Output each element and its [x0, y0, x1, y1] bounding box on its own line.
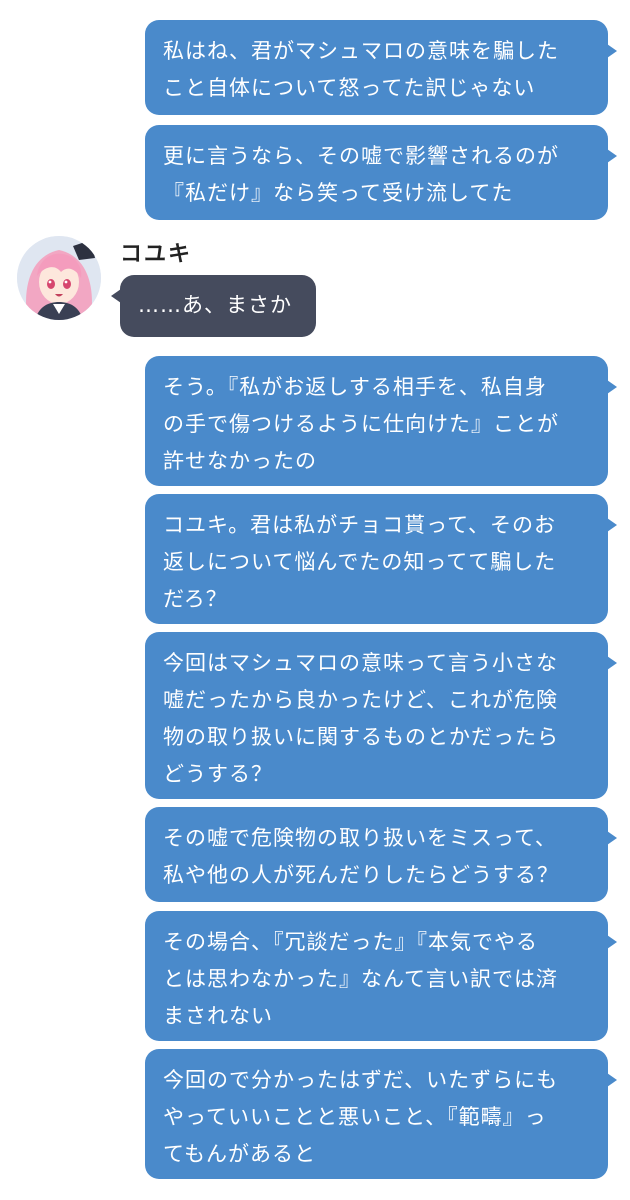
chat-thread: 私はね、君がマシュマロの意味を騙した こと自体について怒ってた訳じゃない 更に言…	[0, 0, 630, 1200]
message-line: てもんがあると	[163, 1142, 316, 1166]
message-line: 物の取り扱いに関するものとかだったら	[163, 725, 559, 749]
message-line: 『私だけ』なら笑って受け流してた	[163, 181, 514, 205]
message-line: その場合、『冗談だった』『本気でやる	[163, 930, 538, 954]
message-bubble-outgoing: その場合、『冗談だった』『本気でやる とは思わなかった』なんて言い訳では済 まさ…	[145, 911, 617, 1041]
message-line: その嘘で危険物の取り扱いをミスって、	[163, 826, 557, 850]
message-line: まされない	[163, 1004, 273, 1028]
message-line: の手で傷つけるように仕向けた』ことが	[163, 412, 559, 436]
message-bubble-outgoing: その嘘で危険物の取り扱いをミスって、 私や他の人が死んだりしたらどうする？	[145, 807, 617, 902]
message-bubble-outgoing: そう。『私がお返しする相手を、私自身 の手で傷つけるように仕向けた』ことが 許せ…	[145, 356, 617, 486]
message-line: 許せなかったの	[163, 449, 317, 473]
message-line: 更に言うなら、その嘘で影響されるのが	[163, 144, 559, 168]
message-bubble-outgoing: 今回ので分かったはずだ、いたずらにも やっていいことと悪いこと、『範疇』っ ても…	[145, 1049, 617, 1179]
message-bubble-outgoing: 更に言うなら、その嘘で影響されるのが 『私だけ』なら笑って受け流してた	[145, 125, 617, 220]
message-line: やっていいことと悪いこと、『範疇』っ	[163, 1105, 547, 1129]
sender-name: コユキ	[120, 242, 193, 267]
message-line: そう。『私がお返しする相手を、私自身	[163, 375, 547, 399]
avatar-icon	[17, 236, 101, 320]
message-line: 嘘だったから良かったけど、これが危険	[163, 688, 558, 712]
message-line: とは思わなかった』なんて言い訳では済	[163, 967, 558, 991]
message-line: 今回ので分かったはずだ、いたずらにも	[163, 1068, 559, 1092]
message-bubble-outgoing: 私はね、君がマシュマロの意味を騙した こと自体について怒ってた訳じゃない	[145, 20, 617, 115]
message-line: 返しについて悩んでたの知ってて騙した	[163, 550, 557, 574]
message-line: コユキ。君は私がチョコ貰って、そのお	[163, 513, 557, 537]
message-line: だろ？	[163, 587, 228, 611]
message-line: 今回はマシュマロの意味って言う小さな	[163, 651, 558, 675]
message-bubble-outgoing: コユキ。君は私がチョコ貰って、そのお 返しについて悩んでたの知ってて騙した だろ…	[145, 494, 617, 624]
avatar[interactable]	[17, 236, 101, 320]
message-line: ……あ、まさか	[138, 293, 292, 317]
message-bubble-outgoing: 今回はマシュマロの意味って言う小さな 嘘だったから良かったけど、これが危険 物の…	[145, 632, 617, 799]
message-line: 私はね、君がマシュマロの意味を騙した	[163, 39, 559, 63]
message-line: どうする？	[163, 762, 273, 786]
message-line: 私や他の人が死んだりしたらどうする？	[163, 863, 559, 887]
message-line: こと自体について怒ってた訳じゃない	[163, 76, 536, 100]
message-bubble-incoming: ……あ、まさか	[111, 275, 316, 337]
